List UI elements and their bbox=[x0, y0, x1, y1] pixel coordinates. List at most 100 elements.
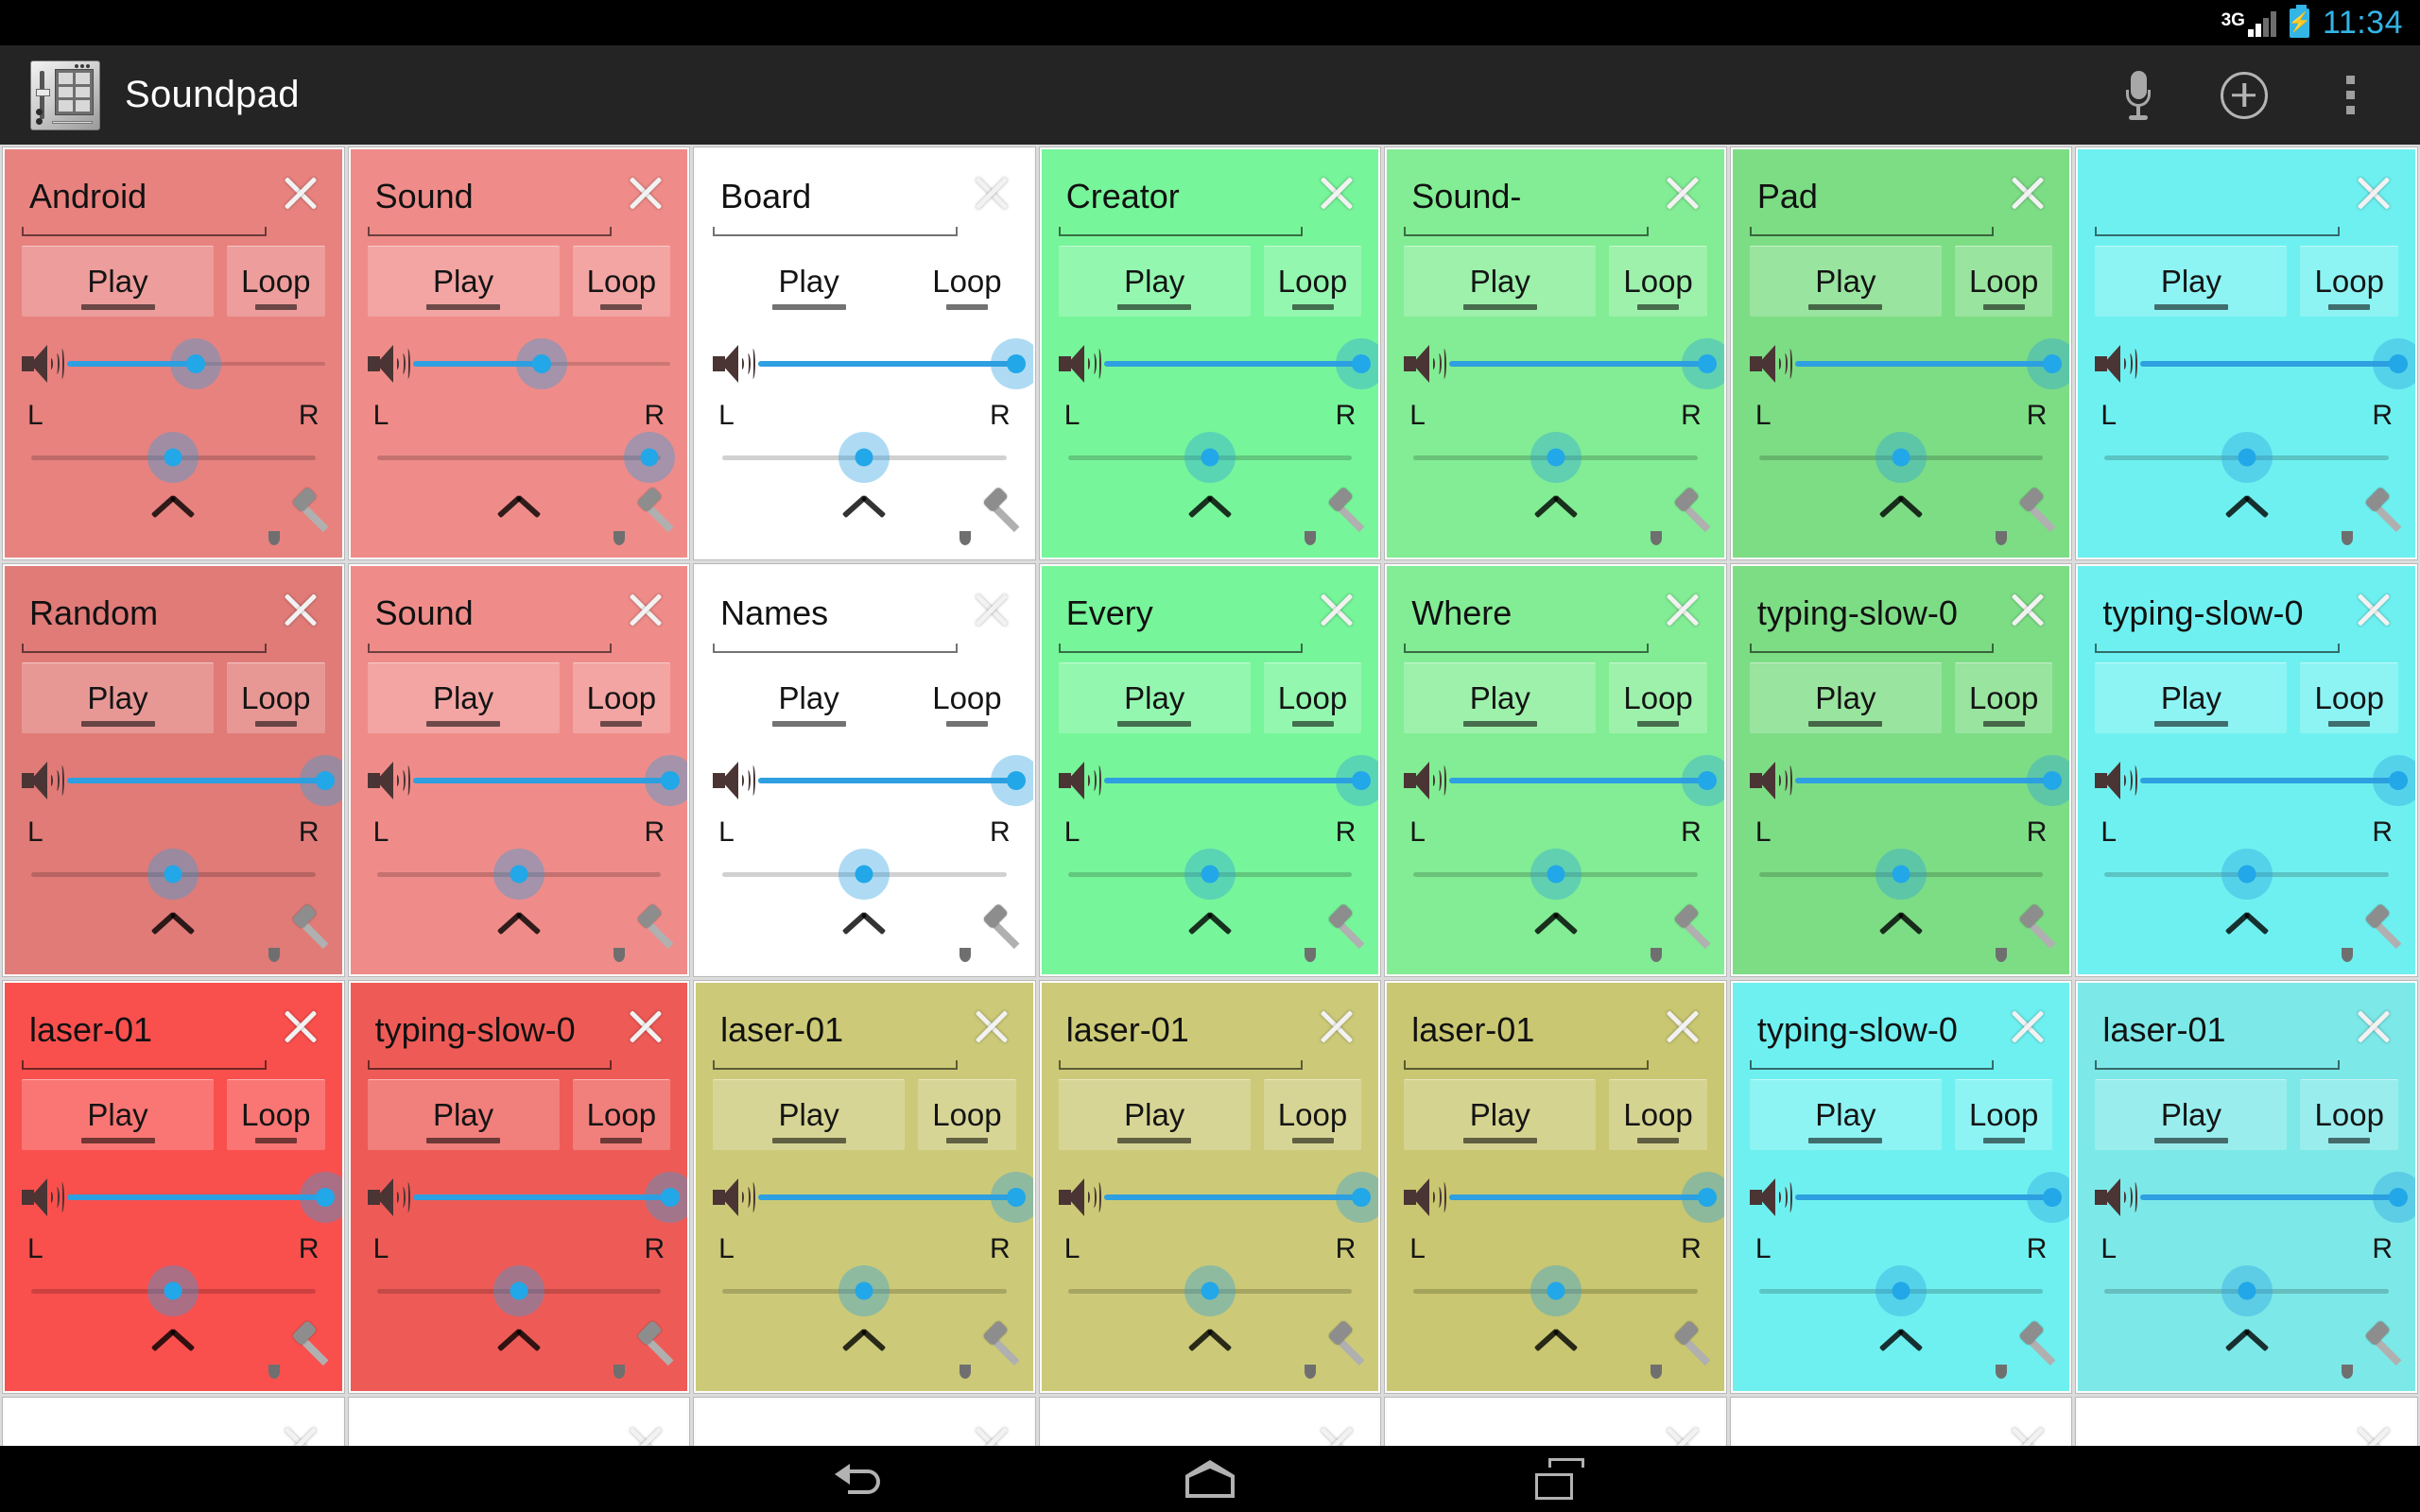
eyedropper-icon[interactable] bbox=[1992, 1319, 2056, 1380]
sound-card[interactable]: Play Loop L R bbox=[347, 1397, 691, 1446]
loop-button[interactable]: Loop bbox=[1954, 662, 2053, 734]
loop-button[interactable]: Loop bbox=[918, 662, 1016, 734]
pan-slider[interactable] bbox=[2104, 432, 2389, 484]
overflow-menu-button[interactable] bbox=[2297, 45, 2403, 145]
chevron-up-icon[interactable] bbox=[2225, 1330, 2269, 1354]
pan-slider[interactable] bbox=[1067, 432, 1353, 484]
pan-thumb[interactable] bbox=[164, 448, 182, 467]
card-name-input[interactable]: Sound bbox=[368, 585, 613, 642]
close-x-icon[interactable] bbox=[1656, 583, 1709, 636]
volume-slider[interactable] bbox=[1794, 1171, 2070, 1224]
eyedropper-icon[interactable] bbox=[610, 1319, 674, 1380]
volume-thumb[interactable] bbox=[2043, 1188, 2063, 1208]
chevron-up-icon[interactable] bbox=[1879, 496, 1923, 521]
sound-card[interactable]: Creator Play Loop L R bbox=[1038, 146, 1382, 560]
pan-thumb[interactable] bbox=[640, 448, 659, 467]
sound-card[interactable]: Sound- Play Loop L R bbox=[1384, 146, 1727, 560]
pan-thumb[interactable] bbox=[1547, 1281, 1565, 1300]
play-button[interactable]: Play bbox=[1058, 662, 1251, 734]
card-name-input[interactable] bbox=[2095, 168, 2340, 225]
volume-thumb[interactable] bbox=[1697, 1188, 1717, 1208]
volume-slider[interactable] bbox=[758, 754, 1033, 807]
pan-thumb[interactable] bbox=[1892, 1281, 1910, 1300]
eyedropper-icon[interactable] bbox=[956, 486, 1020, 546]
volume-thumb[interactable] bbox=[1352, 771, 1372, 791]
pan-slider[interactable] bbox=[1758, 1265, 2044, 1317]
volume-slider[interactable] bbox=[412, 754, 688, 807]
close-x-icon[interactable] bbox=[965, 583, 1018, 636]
pan-thumb[interactable] bbox=[164, 865, 182, 884]
pan-slider[interactable] bbox=[1758, 432, 2044, 484]
eyedropper-icon[interactable] bbox=[1647, 486, 1711, 546]
close-x-icon[interactable] bbox=[1310, 583, 1363, 636]
volume-thumb[interactable] bbox=[186, 354, 206, 374]
pan-slider[interactable] bbox=[376, 849, 662, 901]
loop-button[interactable]: Loop bbox=[1609, 246, 1707, 318]
close-x-icon[interactable] bbox=[1310, 1000, 1363, 1053]
play-button[interactable]: Play bbox=[1749, 1079, 1942, 1151]
volume-slider[interactable] bbox=[1449, 337, 1724, 390]
close-x-icon[interactable] bbox=[965, 166, 1018, 219]
chevron-up-icon[interactable] bbox=[1188, 913, 1232, 937]
chevron-up-icon[interactable] bbox=[1534, 913, 1578, 937]
play-button[interactable]: Play bbox=[2095, 246, 2288, 318]
pan-slider[interactable] bbox=[31, 1265, 316, 1317]
play-button[interactable]: Play bbox=[2095, 662, 2288, 734]
volume-thumb[interactable] bbox=[1006, 1188, 1026, 1208]
close-x-icon[interactable] bbox=[274, 166, 327, 219]
play-button[interactable]: Play bbox=[367, 662, 560, 734]
volume-thumb[interactable] bbox=[1352, 1188, 1372, 1208]
eyedropper-icon[interactable] bbox=[1301, 1319, 1365, 1380]
volume-slider[interactable] bbox=[67, 1171, 342, 1224]
sound-card[interactable]: laser-01 Play Loop L R bbox=[693, 980, 1036, 1394]
pan-slider[interactable] bbox=[1413, 849, 1698, 901]
eyedropper-icon[interactable] bbox=[2338, 902, 2402, 963]
card-name-input[interactable]: Random bbox=[22, 585, 267, 642]
close-x-icon[interactable] bbox=[274, 1417, 327, 1446]
card-name-input[interactable]: typing-slow-0 bbox=[368, 1002, 613, 1058]
eyedropper-icon[interactable] bbox=[265, 486, 329, 546]
play-button[interactable]: Play bbox=[1404, 246, 1597, 318]
card-name-input[interactable]: laser-01 bbox=[22, 1002, 267, 1058]
play-button[interactable]: Play bbox=[1404, 1079, 1597, 1151]
pan-thumb[interactable] bbox=[855, 448, 873, 467]
play-button[interactable]: Play bbox=[1058, 1079, 1251, 1151]
card-name-input[interactable] bbox=[368, 1418, 613, 1446]
volume-slider[interactable] bbox=[758, 337, 1033, 390]
card-name-input[interactable]: Every bbox=[1059, 585, 1304, 642]
loop-button[interactable]: Loop bbox=[2300, 662, 2398, 734]
pan-thumb[interactable] bbox=[510, 1281, 528, 1300]
pan-slider[interactable] bbox=[2104, 849, 2389, 901]
card-name-input[interactable] bbox=[1750, 1418, 1995, 1446]
pan-slider[interactable] bbox=[722, 432, 1007, 484]
eyedropper-icon[interactable] bbox=[956, 1319, 1020, 1380]
close-x-icon[interactable] bbox=[619, 1000, 672, 1053]
eyedropper-icon[interactable] bbox=[1992, 486, 2056, 546]
volume-thumb[interactable] bbox=[1697, 771, 1717, 791]
eyedropper-icon[interactable] bbox=[610, 902, 674, 963]
sound-card[interactable]: laser-01 Play Loop L R bbox=[2, 980, 345, 1394]
pan-slider[interactable] bbox=[1067, 1265, 1353, 1317]
loop-button[interactable]: Loop bbox=[918, 246, 1016, 318]
card-name-input[interactable]: Sound- bbox=[1404, 168, 1649, 225]
card-name-input[interactable]: laser-01 bbox=[1059, 1002, 1304, 1058]
loop-button[interactable]: Loop bbox=[1954, 246, 2053, 318]
sound-card[interactable]: Names Play Loop L R bbox=[693, 563, 1036, 977]
play-button[interactable]: Play bbox=[2095, 1079, 2288, 1151]
close-x-icon[interactable] bbox=[965, 1417, 1018, 1446]
volume-thumb[interactable] bbox=[2389, 1188, 2408, 1208]
close-x-icon[interactable] bbox=[619, 166, 672, 219]
play-button[interactable]: Play bbox=[22, 1079, 215, 1151]
sound-card[interactable]: laser-01 Play Loop L R bbox=[2075, 980, 2418, 1394]
close-x-icon[interactable] bbox=[2347, 1417, 2400, 1446]
chevron-up-icon[interactable] bbox=[2225, 496, 2269, 521]
pan-slider[interactable] bbox=[376, 1265, 662, 1317]
play-button[interactable]: Play bbox=[1058, 246, 1251, 318]
card-name-input[interactable]: typing-slow-0 bbox=[1750, 1002, 1995, 1058]
sound-card[interactable]: Board Play Loop L R bbox=[693, 146, 1036, 560]
nav-back-button[interactable] bbox=[804, 1446, 917, 1512]
sound-card[interactable]: typing-slow-0 Play Loop L R bbox=[2075, 563, 2418, 977]
card-name-input[interactable]: laser-01 bbox=[713, 1002, 958, 1058]
loop-button[interactable]: Loop bbox=[572, 662, 671, 734]
pan-slider[interactable] bbox=[2104, 1265, 2389, 1317]
